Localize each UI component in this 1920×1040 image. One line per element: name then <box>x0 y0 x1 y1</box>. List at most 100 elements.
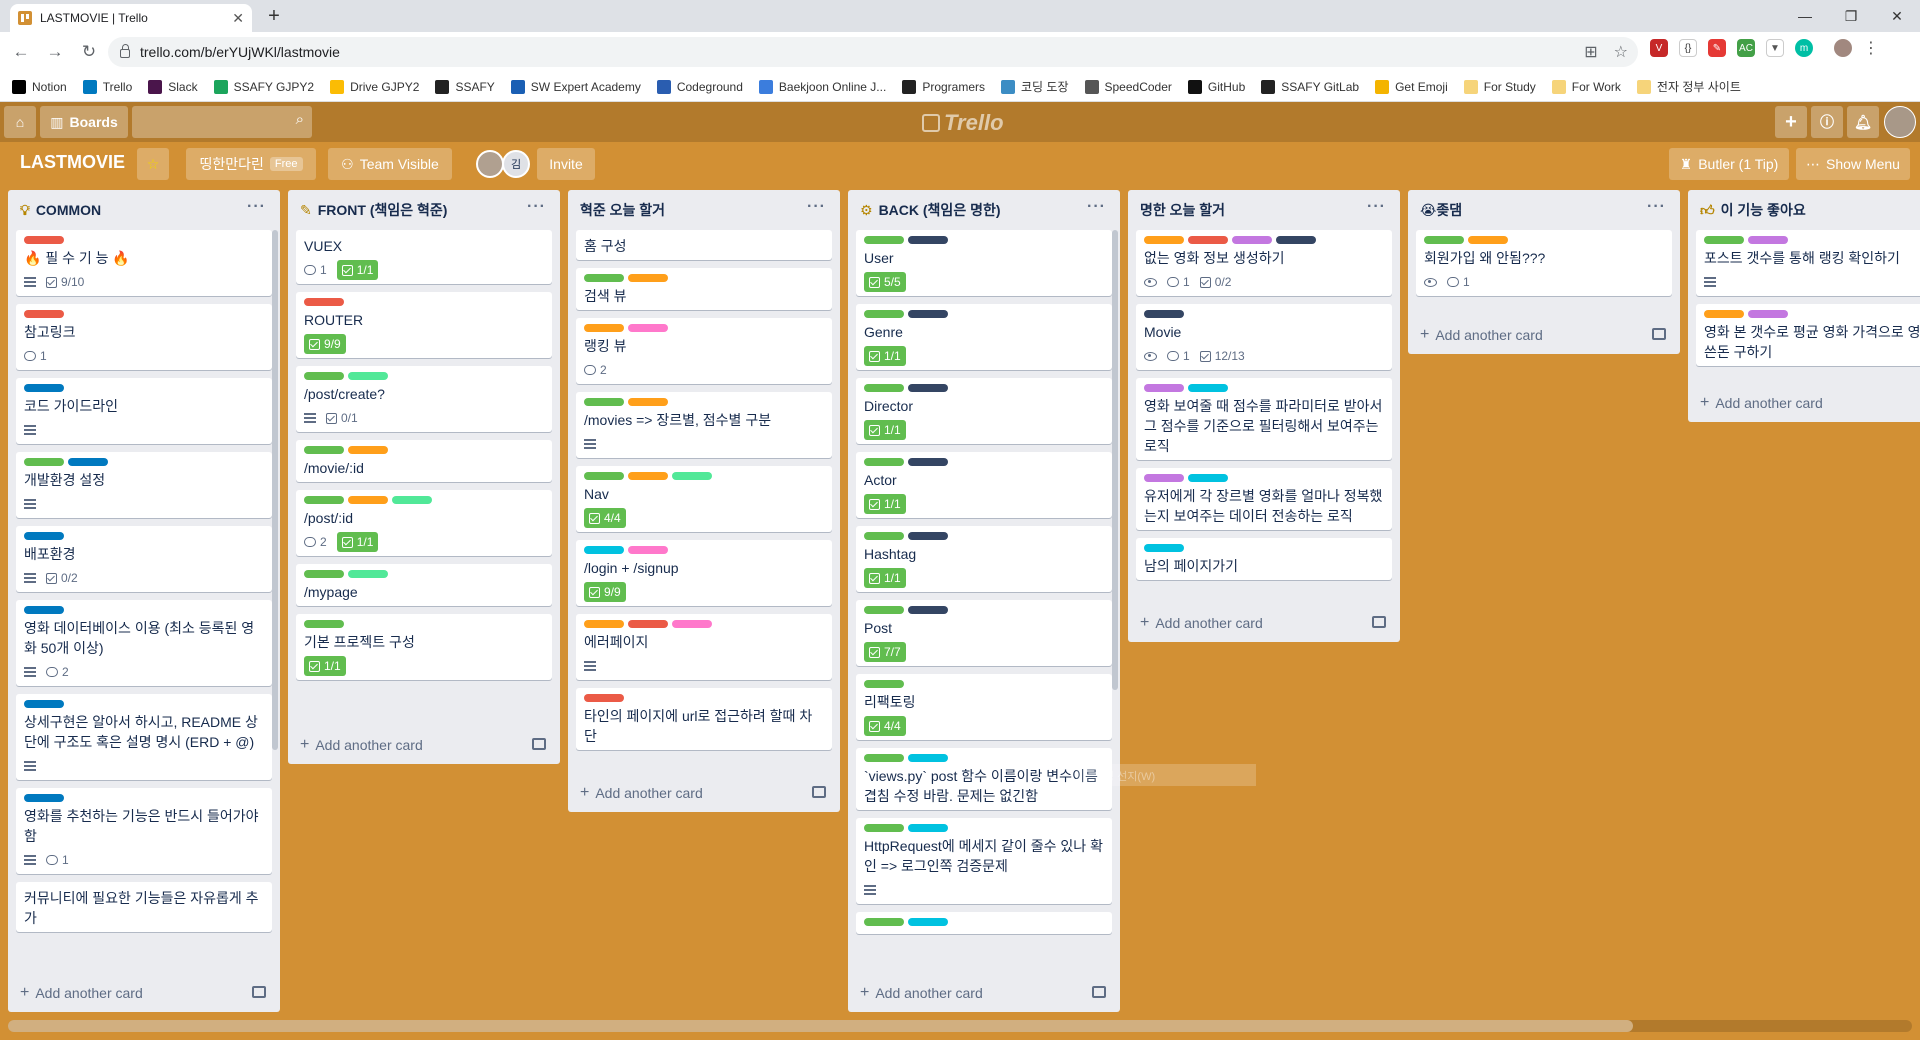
card-label[interactable] <box>584 274 624 282</box>
card-label[interactable] <box>1144 384 1184 392</box>
card-label[interactable] <box>864 310 904 318</box>
card-label[interactable] <box>864 458 904 466</box>
card-label[interactable] <box>584 398 624 406</box>
list-scrollbar[interactable] <box>272 230 278 750</box>
card[interactable]: /mypage <box>296 564 552 606</box>
bookmark-item[interactable]: Trello <box>82 79 132 94</box>
list[interactable]: ✎ FRONT (책임은 혁준) ··· VUEX 1 1/1 ROUTER 9/9/post… <box>288 190 560 764</box>
card-label[interactable] <box>1232 236 1272 244</box>
card[interactable]: 리팩토링 4/4 <box>856 674 1112 740</box>
add-card-button[interactable]: + Add another card <box>1688 384 1920 422</box>
list-header[interactable]: 😭좆댐 ··· <box>1408 190 1680 230</box>
search-input[interactable]: ⌕ <box>132 106 312 138</box>
url-field[interactable]: trello.com/b/erYUjWKl/lastmovie ⊞ ☆ <box>108 37 1638 67</box>
list-title[interactable]: 명한 오늘 할거 <box>1140 200 1225 220</box>
forward-icon[interactable]: → <box>42 42 68 62</box>
card[interactable]: ROUTER 9/9 <box>296 292 552 358</box>
card-label[interactable] <box>24 794 64 802</box>
team-button[interactable]: 띵한만다린 Free <box>186 148 316 180</box>
extension-icon[interactable]: ▼ <box>1766 39 1784 57</box>
info-icon[interactable]: ⓘ <box>1811 106 1843 138</box>
card-label[interactable] <box>908 754 948 762</box>
card-label[interactable] <box>908 532 948 540</box>
card[interactable]: 없는 영화 정보 생성하기 1 0/2 <box>1136 230 1392 296</box>
list[interactable]: 💡︎ COMMON ··· 🔥 필 수 기 능 🔥 9/10 참고링크 1 코드 가이드라인 개… <box>8 190 280 1012</box>
extension-icon[interactable]: m <box>1795 39 1813 57</box>
card-label[interactable] <box>1276 236 1316 244</box>
card-label[interactable] <box>672 620 712 628</box>
card[interactable]: 기본 프로젝트 구성 1/1 <box>296 614 552 680</box>
bookmark-item[interactable]: Get Emoji <box>1375 79 1448 94</box>
card[interactable]: HttpRequest에 메세지 같이 줄수 있나 확인 => 로그인쪽 검증문… <box>856 818 1112 904</box>
list[interactable]: 😭좆댐 ··· 회원가입 왜 안됨??? 1 + Add another card <box>1408 190 1680 354</box>
bookmark-item[interactable]: 전자 정부 사이트 <box>1636 78 1741 95</box>
home-button[interactable]: ⌂ <box>4 106 36 138</box>
card[interactable]: 홈 구성 <box>576 230 832 260</box>
card[interactable]: 포스트 갯수를 통해 랭킹 확인하기 <box>1696 230 1920 296</box>
add-card-button[interactable]: + Add another card <box>1408 316 1680 354</box>
add-card-button[interactable]: + Add another card <box>568 774 840 812</box>
card-label[interactable] <box>392 496 432 504</box>
list[interactable]: ⚙ BACK (책임은 명한) ··· User 5/5 Genre 1/1 Director… <box>848 190 1120 1012</box>
card[interactable]: 회원가입 왜 안됨??? 1 <box>1416 230 1672 296</box>
board-horizontal-scrollbar[interactable] <box>8 1020 1912 1032</box>
card-label[interactable] <box>864 236 904 244</box>
extension-icon[interactable]: V <box>1650 39 1668 57</box>
card-label[interactable] <box>628 398 668 406</box>
bookmark-star-icon[interactable]: ☆ <box>1614 42 1628 62</box>
card[interactable]: 영화 본 갯수로 평균 영화 가격으로 영화 쓴돈 구하기 <box>1696 304 1920 366</box>
card-label[interactable] <box>864 824 904 832</box>
card[interactable]: /post/create? 0/1 <box>296 366 552 432</box>
card[interactable]: Director 1/1 <box>856 378 1112 444</box>
add-card-button[interactable]: + Add another card <box>288 726 560 764</box>
card-label[interactable] <box>1188 236 1228 244</box>
card[interactable]: 랭킹 뷰 2 <box>576 318 832 384</box>
card-label[interactable] <box>628 620 668 628</box>
card-label[interactable] <box>1468 236 1508 244</box>
card-template-icon[interactable] <box>812 786 826 798</box>
card-label[interactable] <box>864 532 904 540</box>
card-label[interactable] <box>24 606 64 614</box>
create-button[interactable]: + <box>1775 106 1807 138</box>
card[interactable]: Genre 1/1 <box>856 304 1112 370</box>
card-label[interactable] <box>628 274 668 282</box>
card[interactable]: 코드 가이드라인 <box>16 378 272 444</box>
card[interactable] <box>856 912 1112 934</box>
card-label[interactable] <box>584 324 624 332</box>
list-header[interactable]: 명한 오늘 할거 ··· <box>1128 190 1400 230</box>
maximize-button[interactable]: ❐ <box>1828 0 1874 32</box>
card[interactable]: /movies => 장르별, 점수별 구분 <box>576 392 832 458</box>
list-header[interactable]: 👍︎이 기능 좋아요··· <box>1688 190 1920 230</box>
list[interactable]: 👍︎이 기능 좋아요···포스트 갯수를 통해 랭킹 확인하기영화 본 갯수로 … <box>1688 190 1920 422</box>
list-header[interactable]: ✎ FRONT (책임은 혁준) ··· <box>288 190 560 230</box>
bookmark-item[interactable]: GitHub <box>1187 79 1245 94</box>
list-menu-icon[interactable]: ··· <box>807 198 826 216</box>
card-label[interactable] <box>584 620 624 628</box>
card[interactable]: Post 7/7 <box>856 600 1112 666</box>
card[interactable]: /movie/:id <box>296 440 552 482</box>
show-menu-button[interactable]: ⋯ Show Menu <box>1796 148 1910 180</box>
card-label[interactable] <box>864 680 904 688</box>
list-scrollbar[interactable] <box>1112 230 1118 690</box>
card[interactable]: Nav 4/4 <box>576 466 832 532</box>
card[interactable]: 영화 데이터베이스 이용 (최소 등록된 영화 50개 이상) 2 <box>16 600 272 686</box>
card-label[interactable] <box>908 824 948 832</box>
star-button[interactable]: ☆ <box>137 148 169 180</box>
card-label[interactable] <box>24 236 64 244</box>
card[interactable]: User 5/5 <box>856 230 1112 296</box>
card-label[interactable] <box>304 446 344 454</box>
card-label[interactable] <box>24 384 64 392</box>
browser-menu-icon[interactable]: ⋮ <box>1863 38 1879 58</box>
close-window-button[interactable]: ✕ <box>1874 0 1920 32</box>
card-label[interactable] <box>1144 474 1184 482</box>
card-label[interactable] <box>584 472 624 480</box>
notification-bell-icon[interactable]: 🔔︎ <box>1847 106 1879 138</box>
boards-button[interactable]: ▥ Boards <box>40 106 128 138</box>
bookmark-item[interactable]: 코딩 도장 <box>1001 78 1069 95</box>
card[interactable]: 영화를 추천하는 기능은 반드시 들어가야 함 1 <box>16 788 272 874</box>
card-template-icon[interactable] <box>1372 616 1386 628</box>
add-card-button[interactable]: + Add another card <box>8 974 280 1012</box>
trello-logo[interactable]: Trello <box>922 110 1004 136</box>
bookmark-item[interactable]: Baekjoon Online J... <box>758 79 886 94</box>
bookmark-item[interactable]: Codeground <box>656 79 743 94</box>
